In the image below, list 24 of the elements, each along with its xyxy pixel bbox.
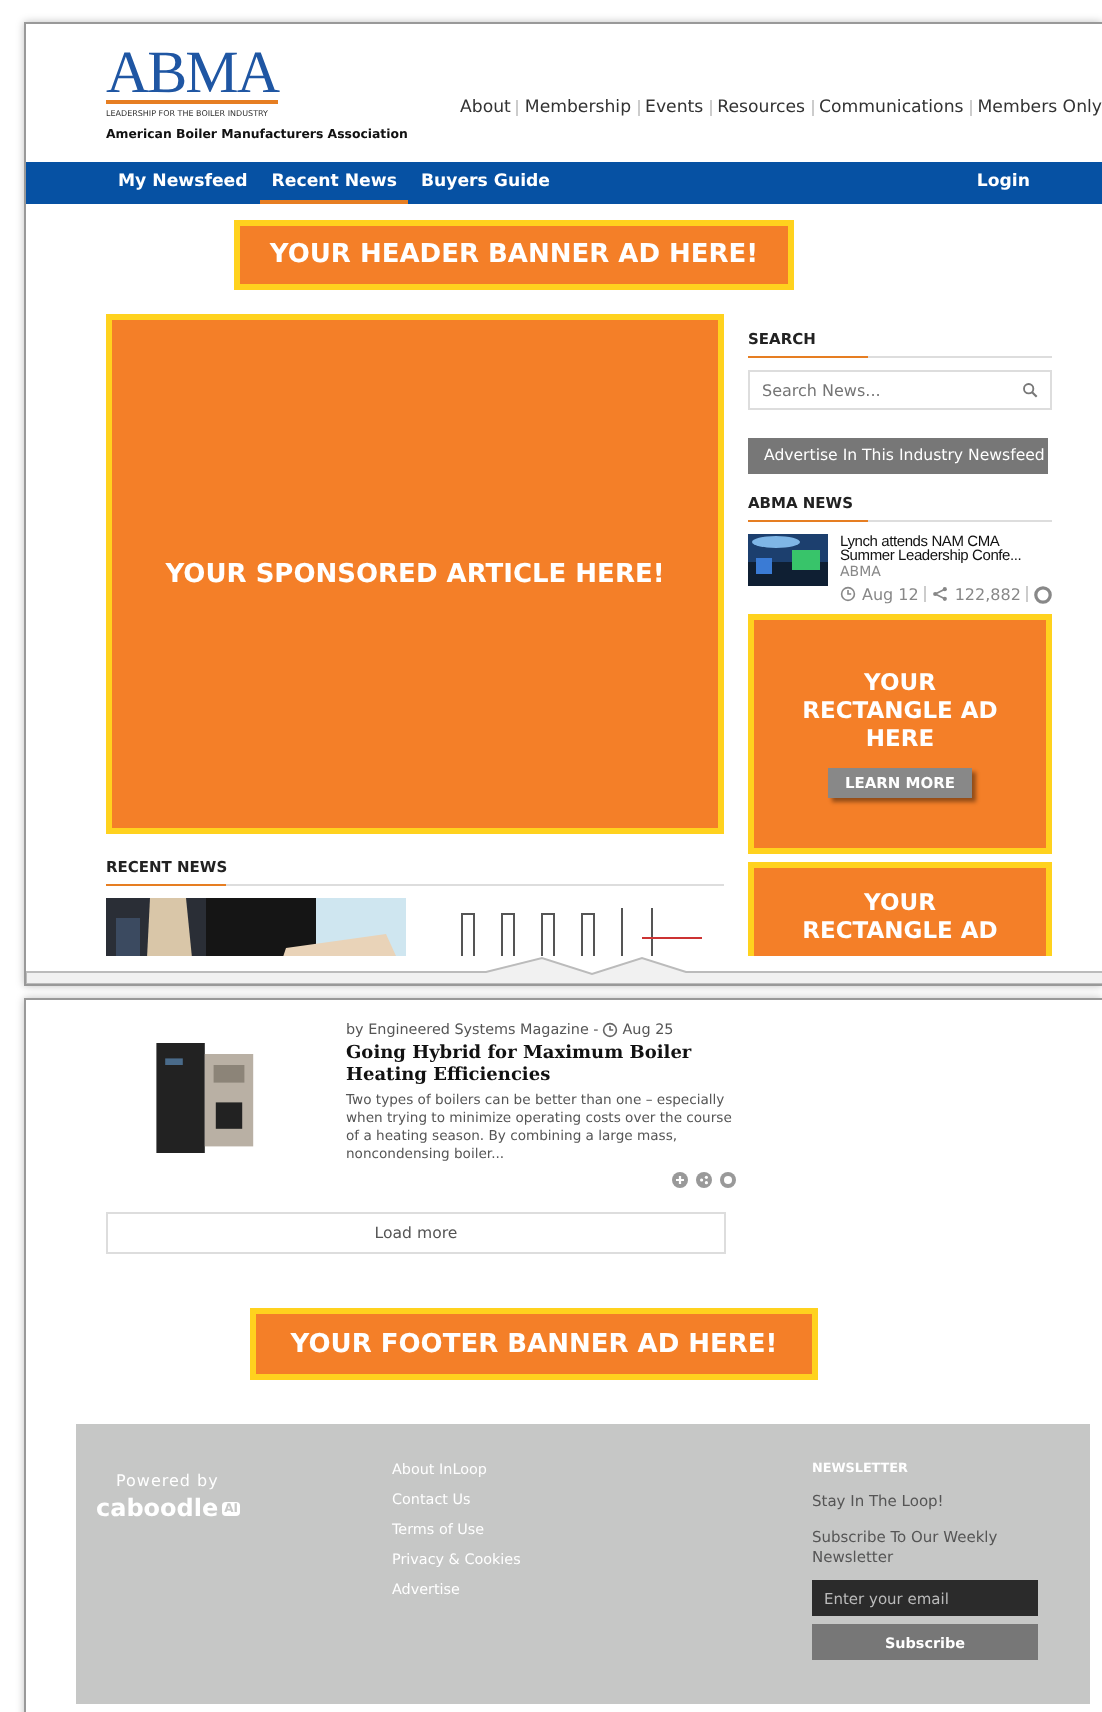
header-link[interactable]: About	[459, 97, 511, 117]
login-link[interactable]: Login	[964, 162, 1042, 204]
share-count: 122,882	[954, 585, 1021, 603]
nav-tab[interactable]: Buyers Guide	[408, 162, 562, 204]
header-link[interactable]: Members Only	[977, 97, 1102, 117]
share-icon	[932, 586, 949, 602]
news-date: Aug 12	[862, 585, 919, 603]
circle-icon[interactable]	[720, 1172, 736, 1188]
search-field[interactable]: Search News...	[748, 370, 1052, 410]
clock-icon	[602, 1021, 619, 1037]
header-link[interactable]: Membership	[524, 97, 632, 117]
article-title[interactable]: Going Hybrid for Maximum Boiler Heating Efficiencies	[346, 1044, 736, 1088]
share-icon[interactable]	[696, 1172, 712, 1188]
circle-icon[interactable]	[1034, 585, 1053, 603]
nav-tab[interactable]: My Newsfeed	[106, 162, 260, 204]
header-link[interactable]: Events	[645, 97, 704, 117]
nav-tab[interactable]: Recent News	[259, 162, 409, 204]
header-link[interactable]: Communications	[819, 97, 964, 117]
plus-icon[interactable]	[672, 1172, 688, 1188]
header-link[interactable]: Resources	[717, 97, 806, 117]
search-icon[interactable]	[1022, 382, 1038, 398]
logo-letters[interactable]: ABMA	[106, 44, 279, 104]
clock-icon	[840, 586, 856, 602]
powered-by-label: Powered by	[116, 1472, 219, 1490]
